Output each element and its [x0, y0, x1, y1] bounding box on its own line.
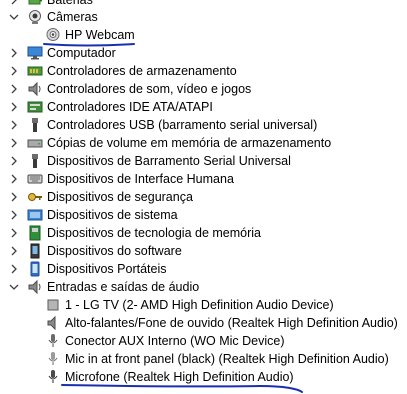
chevron-right-icon[interactable]: [8, 244, 20, 258]
chevron-down-icon[interactable]: [8, 10, 20, 24]
tree-node-controladores-armazenamento[interactable]: Controladores de armazenamento: [0, 62, 400, 80]
portable-device-icon: [27, 261, 43, 277]
microphone-icon: [45, 333, 61, 349]
tree-node-alto-falantes[interactable]: Alto-falantes/Fone de ouvido (Realtek Hi…: [0, 314, 400, 332]
tree-node-copias-volume[interactable]: Cópias de volume em memória de armazenam…: [0, 134, 400, 152]
security-key-icon: [27, 189, 43, 205]
tree-node-computador[interactable]: Computador: [0, 44, 400, 62]
chevron-right-icon[interactable]: [8, 82, 20, 96]
tree-node-label: Dispositivos de tecnologia de memória: [47, 226, 261, 240]
chevron-right-icon[interactable]: [8, 154, 20, 168]
speaker-icon: [45, 315, 61, 331]
tree-node-barramento-serial[interactable]: Dispositivos de Barramento Serial Univer…: [0, 152, 400, 170]
memory-card-icon: [27, 225, 43, 241]
display-audio-icon: [45, 297, 61, 313]
chevron-right-icon[interactable]: [8, 208, 20, 222]
chevron-right-icon[interactable]: [8, 64, 20, 78]
tree-node-label: Dispositivos de segurança: [47, 190, 193, 204]
tree-node-label: HP Webcam: [65, 28, 135, 42]
chevron-down-icon[interactable]: [8, 280, 20, 294]
tree-node-label: 1 - LG TV (2- AMD High Definition Audio …: [65, 298, 334, 312]
tree-node-label: Alto-falantes/Fone de ouvido (Realtek Hi…: [65, 316, 398, 330]
tree-node-label: Câmeras: [47, 10, 98, 24]
tree-node-label: Computador: [47, 46, 116, 60]
software-device-icon: [27, 243, 43, 259]
tree-node-label: Baterias: [47, 0, 93, 7]
chevron-right-icon[interactable]: [8, 226, 20, 240]
computer-icon: [27, 45, 43, 61]
tree-node-hp-webcam[interactable]: HP Webcam: [0, 26, 400, 44]
usb-device-icon: [27, 153, 43, 169]
tree-node-label: Cópias de volume em memória de armazenam…: [47, 136, 332, 150]
tree-node-label: Mic in at front panel (black) (Realtek H…: [65, 352, 389, 366]
microphone-icon: [45, 351, 61, 367]
chevron-right-icon[interactable]: [8, 172, 20, 186]
tree-node-conector-aux[interactable]: Conector AUX Interno (WO Mic Device): [0, 332, 400, 350]
chevron-right-icon[interactable]: [8, 136, 20, 150]
tree-node-controladores-som[interactable]: Controladores de som, vídeo e jogos: [0, 80, 400, 98]
speaker-icon: [27, 81, 43, 97]
audio-speaker-icon: [27, 279, 43, 295]
storage-controller-icon: [27, 63, 43, 79]
ide-controller-icon: [27, 99, 43, 115]
tree-node-label: Dispositivos Portáteis: [47, 262, 167, 276]
chevron-right-icon[interactable]: [8, 46, 20, 60]
keyboard-icon: [27, 171, 43, 187]
tree-node-cameras[interactable]: Câmeras: [0, 8, 400, 26]
usb-icon: [27, 117, 43, 133]
tree-node-mic-front-panel[interactable]: Mic in at front panel (black) (Realtek H…: [0, 350, 400, 368]
tree-node-label: Dispositivos de Interface Humana: [47, 172, 234, 186]
tree-node-label: Dispositivos do software: [47, 244, 182, 258]
system-folder-icon: [27, 207, 43, 223]
chevron-right-icon[interactable]: [8, 100, 20, 114]
tree-node-controladores-usb[interactable]: Controladores USB (barramento serial uni…: [0, 116, 400, 134]
tree-node-sistema[interactable]: Dispositivos de sistema: [0, 206, 400, 224]
tree-node-audio-io[interactable]: Entradas e saídas de áudio: [0, 278, 400, 296]
tree-node-tecnologia-memoria[interactable]: Dispositivos de tecnologia de memória: [0, 224, 400, 242]
battery-icon: [27, 0, 43, 8]
microphone-icon: [45, 369, 61, 385]
tree-node-label: Controladores IDE ATA/ATAPI: [47, 100, 213, 114]
tree-node-software[interactable]: Dispositivos do software: [0, 242, 400, 260]
chevron-right-icon[interactable]: [8, 262, 20, 276]
webcam-icon: [45, 27, 61, 43]
tree-node-microfone[interactable]: Microfone (Realtek High Definition Audio…: [0, 368, 400, 386]
tree-node-label: Entradas e saídas de áudio: [47, 280, 200, 294]
tree-node-controladores-ide[interactable]: Controladores IDE ATA/ATAPI: [0, 98, 400, 116]
chevron-right-icon[interactable]: [8, 118, 20, 132]
chevron-right-icon[interactable]: [8, 0, 20, 7]
tree-node-label: Dispositivos de Barramento Serial Univer…: [47, 154, 291, 168]
chevron-right-icon[interactable]: [8, 190, 20, 204]
tree-node-label: Microfone (Realtek High Definition Audio…: [65, 370, 294, 384]
tree-node-interface-humana[interactable]: Dispositivos de Interface Humana: [0, 170, 400, 188]
tree-node-label: Controladores USB (barramento serial uni…: [47, 118, 318, 132]
tree-node-label: Dispositivos de sistema: [47, 208, 178, 222]
device-tree: Baterias Câmeras HP Webcam Computador Co…: [0, 0, 407, 394]
tree-node-portateis[interactable]: Dispositivos Portáteis: [0, 260, 400, 278]
tree-node-label: Conector AUX Interno (WO Mic Device): [65, 334, 285, 348]
tree-node-seguranca[interactable]: Dispositivos de segurança: [0, 188, 400, 206]
camera-icon: [27, 9, 43, 25]
tree-node-label: Controladores de armazenamento: [47, 64, 237, 78]
tree-node-label: Controladores de som, vídeo e jogos: [47, 82, 252, 96]
drive-icon: [27, 135, 43, 151]
tree-node-lg-tv[interactable]: 1 - LG TV (2- AMD High Definition Audio …: [0, 296, 400, 314]
